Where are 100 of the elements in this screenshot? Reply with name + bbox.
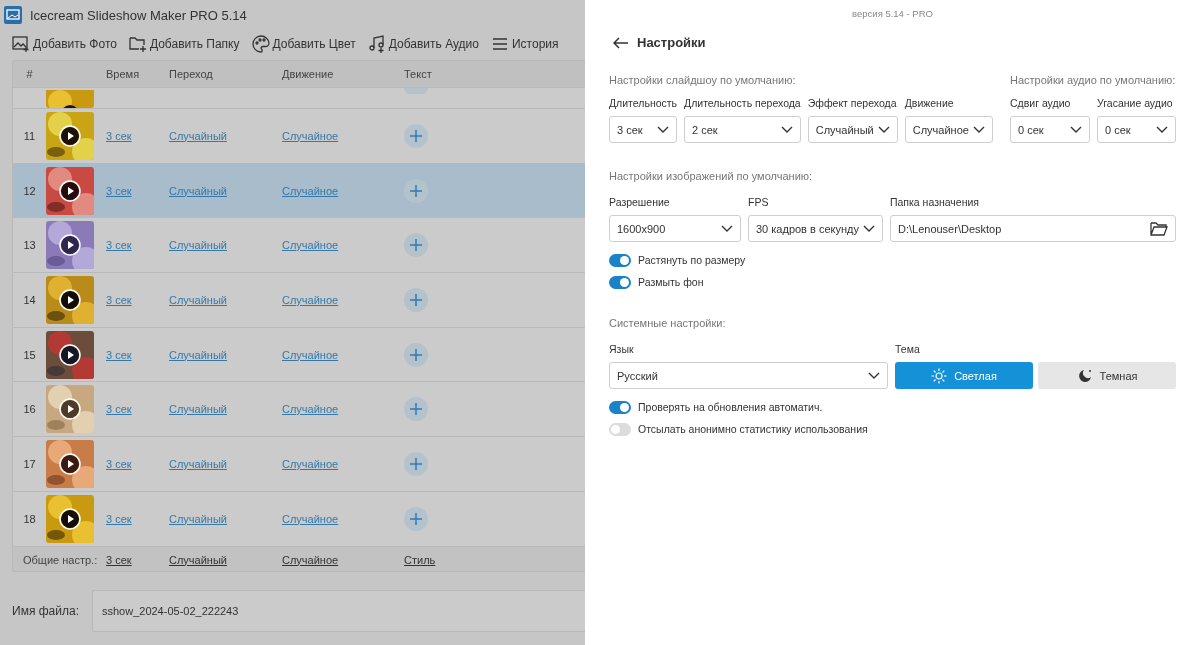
folder-icon	[1150, 221, 1168, 236]
slide-row[interactable]: 14 3 сек Случайный Случайное	[13, 273, 585, 328]
section-heading: Настройки аудио по умолчанию:	[1010, 74, 1176, 86]
field-label: Движение	[904, 96, 955, 110]
dropdown[interactable]: 1600x900	[609, 215, 741, 242]
footer-label: Общие настр.:	[22, 553, 99, 566]
chevron-icon	[868, 371, 880, 380]
sun-icon	[931, 367, 948, 384]
slide-number: 12	[22, 184, 37, 197]
add-text-button[interactable]	[404, 397, 428, 422]
play-icon[interactable]	[58, 506, 82, 531]
slide-number: 18	[22, 512, 37, 525]
back-button[interactable]	[613, 36, 629, 49]
play-icon[interactable]	[58, 451, 82, 476]
file-name-field[interactable]: sshow_2024-05-02_222243	[91, 590, 585, 632]
play-icon[interactable]	[58, 178, 82, 203]
plus-icon	[409, 238, 423, 253]
chevron-icon	[1156, 125, 1168, 134]
plus-icon	[409, 292, 423, 307]
field-label: Угасание аудио	[1097, 96, 1174, 110]
column-header: Время	[106, 68, 141, 80]
toggle-label: Растянуть по размеру	[638, 253, 746, 267]
field-label: Длительность	[609, 96, 678, 110]
toolbar-button[interactable]: Добавить Аудио	[367, 34, 479, 53]
play-icon[interactable]	[58, 123, 82, 148]
slide-row[interactable]: 13 3 сек Случайный Случайное	[13, 218, 585, 274]
section-heading: Настройки слайдшоу по умолчанию:	[609, 74, 797, 86]
field-label: FPS	[748, 195, 770, 209]
folder-path-field[interactable]: D:\Lenouser\Desktop	[889, 215, 1176, 242]
toggle-switch[interactable]	[609, 253, 631, 267]
version-text: версия 5.14 - PRO	[851, 8, 934, 19]
moon-icon	[1076, 367, 1093, 384]
toolbar-button[interactable]: Добавить Цвет	[251, 34, 356, 53]
field-label: Папка назначения	[889, 195, 981, 209]
column-header: Переход	[169, 68, 214, 80]
transition-link[interactable]: Случайный	[169, 553, 227, 566]
add-text-button[interactable]	[404, 287, 428, 312]
slide-number: 11	[22, 129, 37, 142]
chevron-icon	[657, 125, 670, 134]
add-music-icon	[367, 34, 386, 53]
add-text-button[interactable]	[404, 123, 428, 148]
column-header: Текст	[404, 68, 433, 80]
toggle-label: Проверять на обновления автоматич.	[638, 400, 823, 414]
slide-number: 14	[22, 293, 37, 306]
slide-number: 13	[22, 239, 37, 252]
column-header: #	[25, 68, 34, 80]
back-arrow-icon	[613, 36, 629, 49]
toolbar-button[interactable]: Добавить Папку	[128, 34, 240, 53]
slide-row[interactable]: 17 3 сек Случайный Случайное	[13, 437, 585, 492]
toggle-switch[interactable]	[609, 400, 631, 414]
dropdown[interactable]: Случайный	[807, 116, 898, 143]
toolbar-button[interactable]: История	[491, 34, 559, 53]
slide-number: 15	[22, 348, 37, 361]
section-heading: Настройки изображений по умолчанию:	[609, 170, 814, 182]
toggle-label: Размыть фон	[638, 275, 704, 289]
play-icon[interactable]	[58, 233, 82, 258]
slide-number: 16	[22, 403, 37, 416]
toggle-switch[interactable]	[609, 422, 631, 436]
add-text-button[interactable]	[404, 506, 428, 531]
chevron-icon	[862, 224, 875, 233]
chevron-icon	[877, 125, 890, 134]
play-icon[interactable]	[58, 397, 82, 422]
chevron-icon	[721, 224, 733, 233]
plus-icon	[409, 511, 423, 526]
dropdown[interactable]: 30 кадров в секунду	[748, 215, 883, 242]
field-label: Эффект перехода	[807, 96, 898, 110]
dropdown[interactable]: 2 сек	[684, 116, 801, 143]
field-label: Разрешение	[609, 195, 671, 209]
motion-link[interactable]: Случайное	[282, 553, 339, 566]
slide-row[interactable]: 16 3 сек Случайный Случайное	[13, 382, 585, 438]
add-image-icon	[12, 34, 30, 53]
dropdown[interactable]: 0 сек	[1097, 116, 1176, 143]
dropdown[interactable]: Случайное	[904, 116, 993, 143]
field-label: Сдвиг аудио	[1010, 96, 1072, 110]
toggle-label: Отсылать анонимно статистику использования	[638, 422, 868, 436]
add-folder-icon	[128, 34, 147, 53]
add-text-button[interactable]	[404, 233, 428, 258]
duration-link[interactable]: 3 сек	[106, 553, 132, 566]
field-label: Тема	[895, 342, 921, 356]
toolbar-button[interactable]: Добавить Фото	[12, 34, 117, 53]
section-heading: Системные настройки:	[609, 317, 727, 329]
plus-icon	[409, 128, 423, 143]
style-link[interactable]: Стиль	[404, 553, 436, 566]
toggle-switch[interactable]	[609, 275, 631, 289]
window-title: Icecream Slideshow Maker PRO 5.14	[30, 7, 247, 23]
theme-button[interactable]: Темная	[1038, 362, 1176, 389]
add-text-button[interactable]	[404, 451, 428, 476]
chevron-icon	[972, 125, 985, 134]
dropdown[interactable]: 3 сек	[609, 116, 678, 143]
settings-title: Настройки	[637, 35, 706, 50]
palette-icon	[251, 34, 270, 53]
slide-row[interactable]: 15 3 сек Случайный Случайное	[13, 327, 585, 383]
dropdown[interactable]: Русский	[609, 362, 888, 389]
play-icon[interactable]	[58, 342, 82, 367]
add-text-button[interactable]	[404, 342, 428, 367]
plus-icon	[409, 456, 423, 471]
play-icon[interactable]	[58, 287, 82, 312]
slide-row[interactable]: 12 3 сек Случайный Случайное	[13, 163, 585, 219]
app-logo-icon	[4, 6, 22, 24]
dropdown[interactable]: 0 сек	[1010, 116, 1090, 143]
